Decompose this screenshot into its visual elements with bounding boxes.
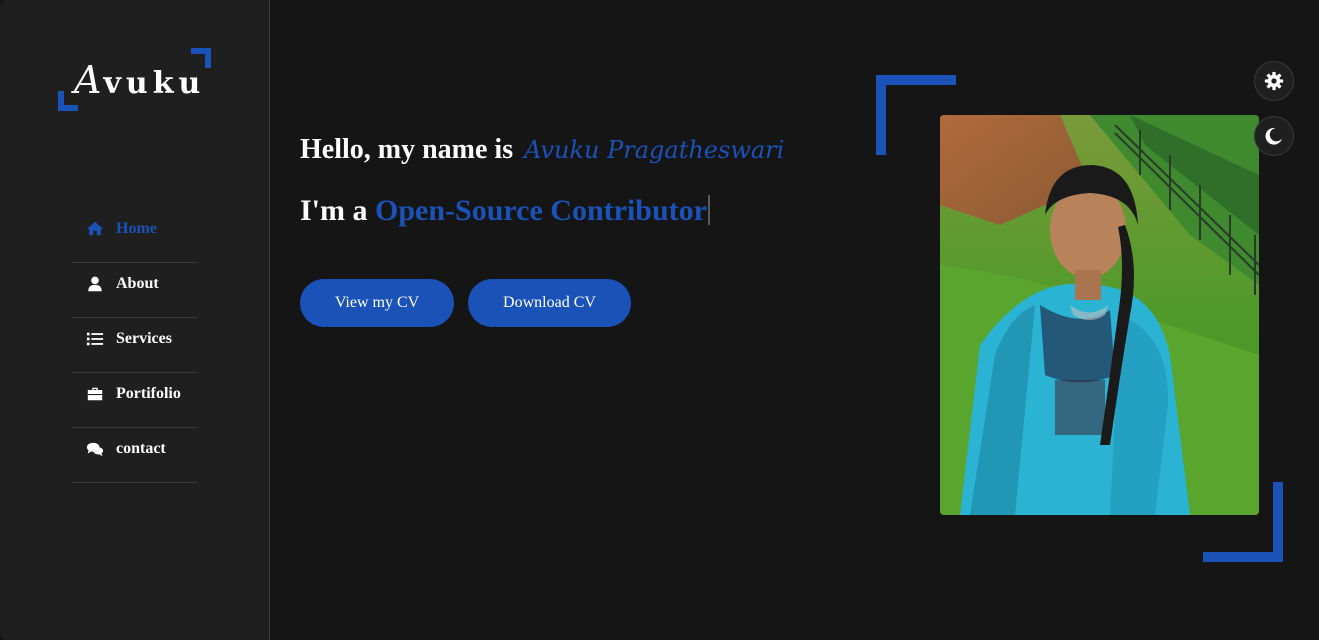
nav-item-label: contact (116, 440, 166, 457)
nav-item-label: Home (116, 220, 157, 237)
nav-item-home[interactable]: Home (72, 208, 197, 263)
nav-item-inner: About (86, 275, 159, 293)
typing-cursor (707, 195, 710, 225)
home-icon (86, 220, 104, 238)
download-cv-button[interactable]: Download CV (468, 279, 631, 327)
role-text: Open-Source Contributor (375, 194, 707, 227)
role-prefix: I'm a (300, 194, 368, 227)
comments-icon (86, 440, 104, 458)
logo-rest: vuku (103, 66, 206, 101)
nav-item-label: Services (116, 330, 172, 347)
hero-name: Avuku Pragatheswari (524, 136, 785, 164)
nav-item-about[interactable]: About (72, 263, 197, 318)
hero-greeting: Hello, my name is Avuku Pragatheswari (300, 134, 784, 166)
nav-item-label: Portifolio (116, 385, 181, 402)
nav-item-inner: Home (86, 220, 157, 238)
nav-item-inner: contact (86, 440, 166, 458)
nav-item-inner: Portifolio (86, 385, 181, 403)
moon-icon (1264, 126, 1284, 146)
main-nav: Home About Services Portifolio contact (72, 208, 197, 483)
nav-item-label: About (116, 275, 159, 292)
nav-item-inner: Services (86, 330, 172, 348)
theme-toggle-button[interactable] (1254, 116, 1294, 156)
nav-item-contact[interactable]: contact (72, 428, 197, 483)
nav-item-services[interactable]: Services (72, 318, 197, 373)
hero-role: I'm a Open-Source Contributor (300, 194, 710, 228)
logo-text: Avuku (74, 58, 205, 102)
list-icon (86, 330, 104, 348)
nav-item-portfolio[interactable]: Portifolio (72, 373, 197, 428)
user-icon (86, 275, 104, 293)
portfolio-page: Avuku Home About Services Portifolio con… (0, 0, 1319, 640)
site-logo[interactable]: Avuku (58, 48, 211, 111)
logo-initial: A (74, 58, 104, 102)
sidebar: Avuku Home About Services Portifolio con… (0, 0, 270, 640)
gear-icon (1264, 71, 1284, 91)
settings-button[interactable] (1254, 61, 1294, 101)
briefcase-icon (86, 385, 104, 403)
profile-photo (940, 115, 1259, 515)
greeting-text: Hello, my name is (300, 134, 514, 165)
view-cv-button[interactable]: View my CV (300, 279, 454, 327)
